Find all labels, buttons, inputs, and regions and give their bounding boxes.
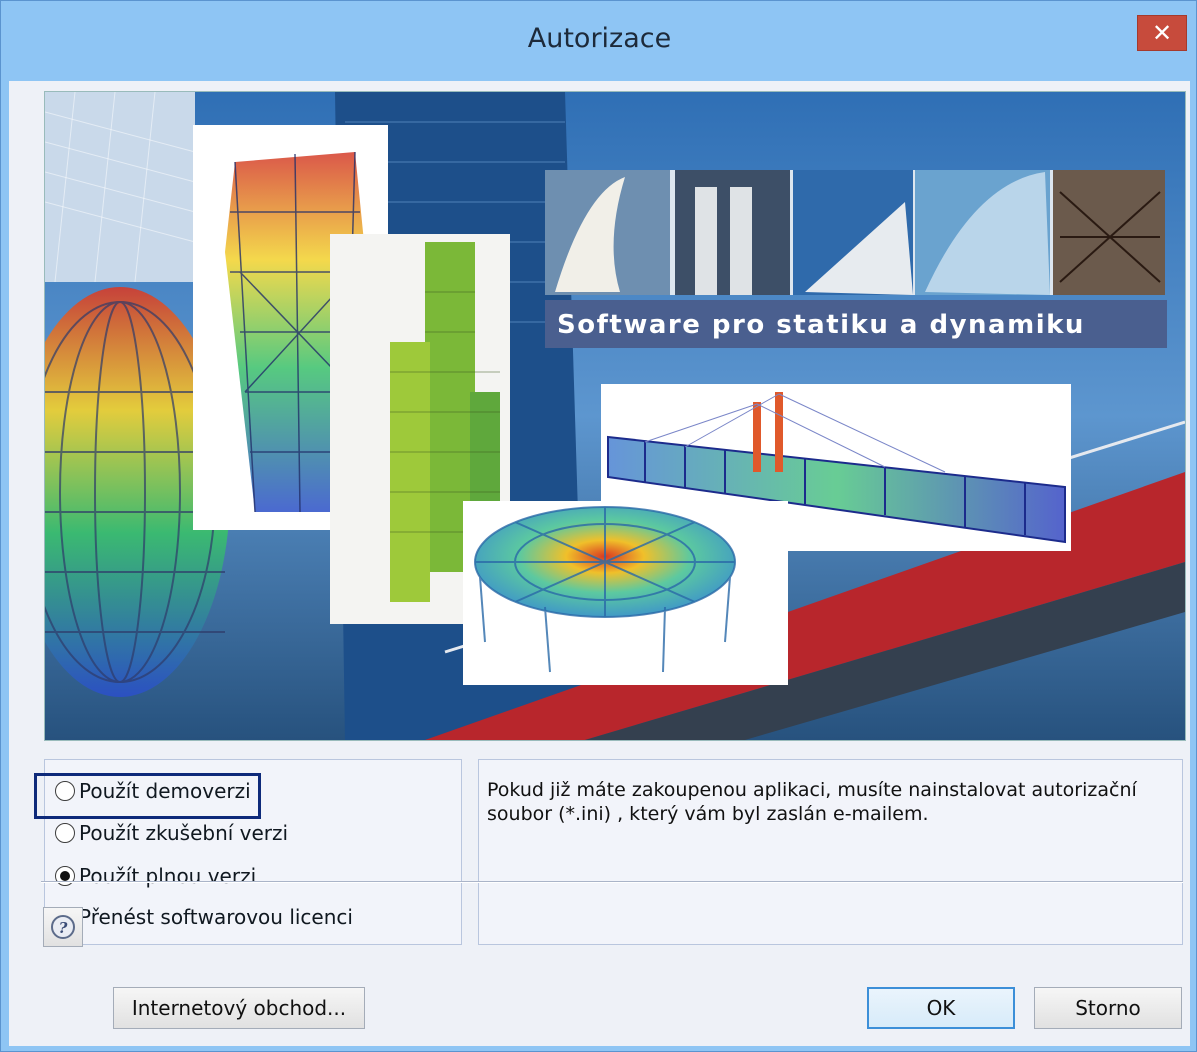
svg-text:?: ? — [59, 919, 68, 937]
authorization-dialog: Autorizace ✕ Software pro statiku a dyna… — [0, 0, 1197, 1052]
banner-illustration: Software pro statiku a dynamiku — [45, 92, 1185, 740]
option-trial-label: Použít zkušební verzi — [79, 821, 289, 845]
title-bar[interactable]: Autorizace ✕ — [1, 1, 1197, 81]
info-text: Pokud již máte zakoupenou aplikaci, musí… — [487, 779, 1137, 825]
focus-rectangle — [34, 773, 261, 819]
option-transfer-license-label: Přenést softwarovou licenci — [79, 905, 353, 929]
close-icon: ✕ — [1151, 19, 1173, 47]
product-banner: Software pro statiku a dynamiku — [44, 91, 1186, 741]
banner-headline: Software pro statiku a dynamiku — [557, 310, 1085, 340]
option-trial[interactable]: Použít zkušební verzi — [55, 818, 288, 848]
help-button[interactable]: ? — [43, 907, 83, 947]
help-icon: ? — [51, 915, 75, 939]
radio-trial[interactable] — [55, 823, 75, 843]
separator-line — [41, 881, 1183, 883]
option-full[interactable]: Použít plnou verzi — [55, 861, 256, 891]
ok-button[interactable]: OK — [867, 987, 1015, 1029]
option-transfer-license[interactable]: Přenést softwarovou licenci — [55, 902, 353, 932]
radio-full[interactable] — [55, 866, 75, 886]
close-button[interactable]: ✕ — [1137, 15, 1187, 51]
option-full-label: Použít plnou verzi — [79, 864, 257, 888]
dialog-title: Autorizace — [527, 23, 672, 54]
cancel-button[interactable]: Storno — [1034, 987, 1182, 1029]
internet-shop-button[interactable]: Internetový obchod... — [113, 987, 365, 1029]
info-panel: Pokud již máte zakoupenou aplikaci, musí… — [478, 759, 1183, 945]
